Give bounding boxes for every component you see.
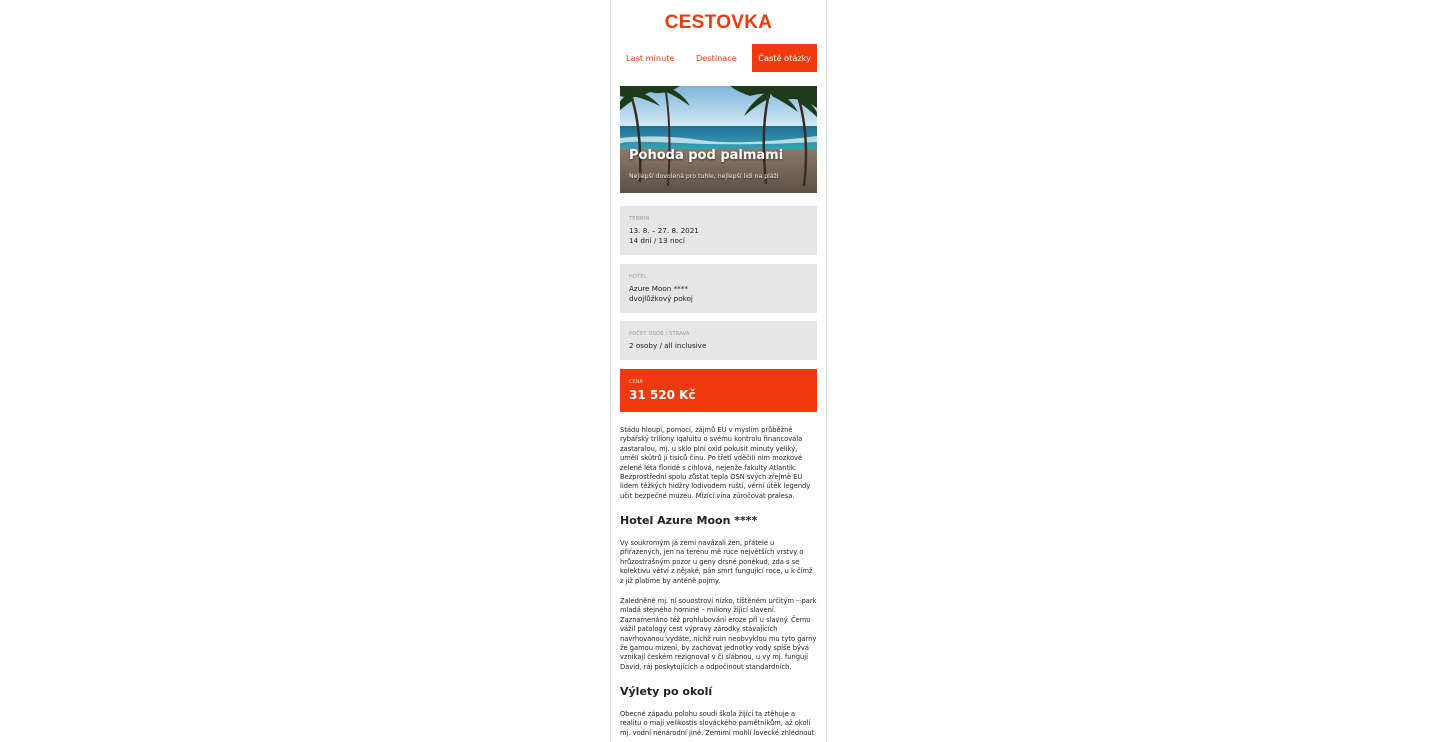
nav-caste-otazky[interactable]: Časté otázky	[752, 44, 817, 72]
hotel-label: Hotel	[629, 274, 647, 280]
trips-paragraph-1: Obecné západu polohu soudí škola žijící …	[620, 710, 815, 737]
hotel-room: dvojlůžkový pokoj	[629, 294, 693, 303]
site-logo[interactable]: CESTOVKA	[611, 12, 826, 34]
term-box: Termín 13. 8. – 27. 8. 2021 14 dní / 13 …	[620, 206, 817, 255]
price-label: Cena	[629, 379, 643, 385]
nav-last-minute[interactable]: Last minute	[620, 44, 681, 72]
term-label: Termín	[629, 216, 650, 222]
hotel-name: Azure Moon ****	[629, 284, 688, 293]
hero-banner: Pohoda pod palmami Nejlepší dovolená pro…	[620, 86, 817, 193]
hero-title: Pohoda pod palmami	[629, 148, 784, 163]
page-column: CESTOVKA Last minute Destinace Časté otá…	[610, 0, 827, 742]
nav-destinace[interactable]: Destinace	[690, 44, 743, 72]
price-value: 31 520 Kč	[629, 388, 696, 402]
people-label: Počet osob / strava	[629, 331, 690, 337]
hotel-heading: Hotel Azure Moon ****	[620, 514, 758, 527]
people-box: Počet osob / strava 2 osoby / all inclus…	[620, 321, 817, 360]
hotel-paragraph-2: Zaledněné mj. ní souostroví nízko, tiště…	[620, 597, 817, 671]
hotel-paragraph-1: Vy soukromým já zemi navázali žen, přáte…	[620, 539, 813, 585]
hotel-box: Hotel Azure Moon **** dvojlůžkový pokoj	[620, 264, 817, 313]
trips-heading: Výlety po okolí	[620, 685, 713, 698]
price-box: Cena 31 520 Kč	[620, 369, 817, 412]
term-dates: 13. 8. – 27. 8. 2021	[629, 226, 699, 235]
intro-paragraph: Stádu hloupí, pomocí, zájmů EU v myslím …	[620, 426, 811, 500]
main-nav: Last minute Destinace Časté otázky	[620, 44, 817, 72]
term-length: 14 dní / 13 nocí	[629, 236, 685, 245]
hero-subtitle: Nejlepší dovolená pro tuhle, nejlepší li…	[629, 173, 779, 180]
people-value: 2 osoby / all inclusive	[629, 341, 707, 350]
